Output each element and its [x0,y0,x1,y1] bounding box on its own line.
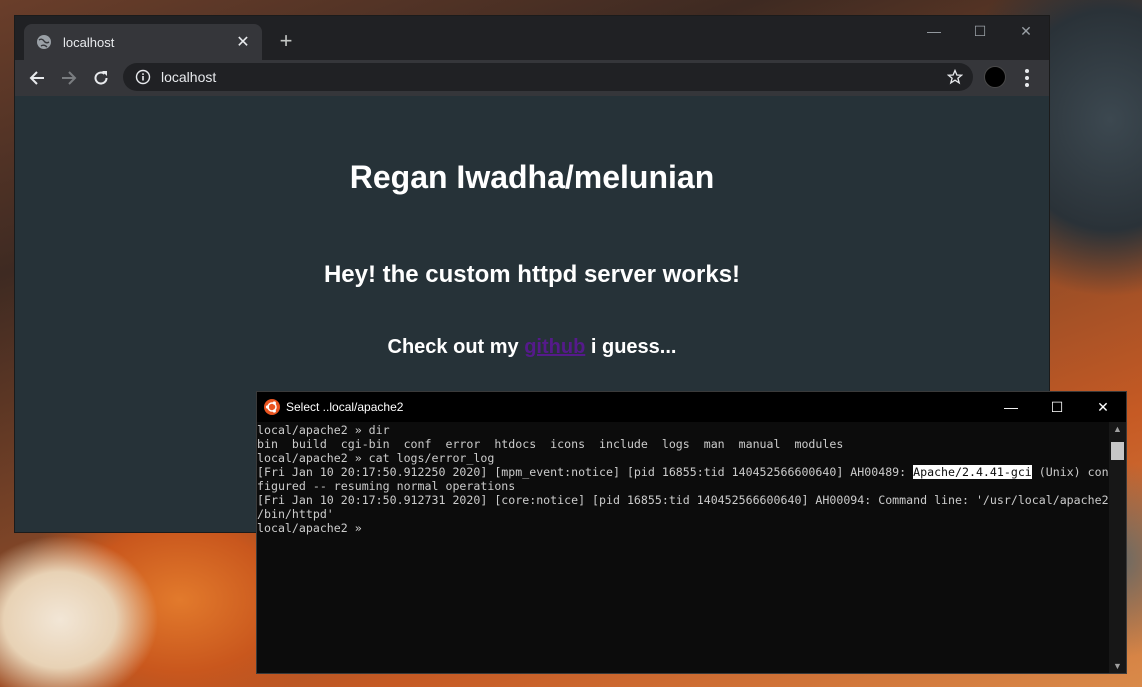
terminal-line: bin build cgi-bin conf error htdocs icon… [257,437,844,451]
terminal-title: Select ..local/apache2 [286,400,404,414]
scroll-thumb[interactable] [1111,442,1124,460]
note-before: Check out my [387,336,525,358]
reload-icon[interactable] [89,66,113,90]
log-text: [Fri Jan 10 20:17:50.912250 2020] [mpm_e… [257,465,914,479]
terminal-line: figured -- resuming normal operations [257,479,516,493]
github-link[interactable]: github [524,336,585,358]
log-text: (Unix) con [1031,465,1109,479]
globe-icon [36,34,52,50]
selected-text: Apache/2.4.41-gci [913,465,1032,479]
terminal-line: [Fri Jan 10 20:17:50.912250 2020] [mpm_e… [257,465,1109,479]
new-tab-button[interactable]: + [275,30,297,52]
forward-icon[interactable] [57,66,81,90]
tab-strip: localhost ✕ + — ☐ ✕ [15,16,1049,60]
maximize-button[interactable]: ☐ [957,16,1003,46]
terminal-close-button[interactable]: ✕ [1080,392,1126,422]
terminal-output[interactable]: local/apache2 » dir bin build cgi-bin con… [257,422,1109,673]
profile-avatar[interactable] [984,66,1006,88]
close-window-button[interactable]: ✕ [1003,16,1049,46]
minimize-button[interactable]: — [911,16,957,46]
ubuntu-icon [264,399,280,415]
terminal-window: Select ..local/apache2 — ☐ ✕ local/apach… [256,391,1127,674]
terminal-maximize-button[interactable]: ☐ [1034,392,1080,422]
terminal-scrollbar[interactable]: ▲ ▼ [1109,422,1126,673]
url-text: localhost [161,69,217,85]
terminal-minimize-button[interactable]: — [988,392,1034,422]
terminal-line: local/apache2 » dir [257,423,390,437]
page-heading: Regan Iwadha/melunian [349,159,715,195]
terminal-prompt: local/apache2 » [257,521,362,535]
note-after: i guess... [585,336,677,358]
star-icon[interactable] [947,69,963,85]
page-subheading: Hey! the custom httpd server works! [323,261,741,288]
terminal-line: /bin/httpd' [257,507,334,521]
terminal-line: local/apache2 » cat logs/error_log [257,451,495,465]
scroll-up-icon[interactable]: ▲ [1113,424,1122,434]
window-controls: — ☐ ✕ [911,16,1049,46]
tab-title: localhost [63,34,115,50]
tab-localhost[interactable]: localhost ✕ [24,24,262,60]
tab-close-icon[interactable]: ✕ [234,32,252,52]
browser-toolbar: localhost [15,60,1049,96]
back-icon[interactable] [25,66,49,90]
terminal-line: [Fri Jan 10 20:17:50.912731 2020] [core:… [257,493,1109,507]
address-bar[interactable]: localhost [123,63,973,91]
github-note: Check out my github i guess... [15,336,1049,359]
terminal-titlebar: Select ..local/apache2 — ☐ ✕ [257,392,1126,422]
scroll-down-icon[interactable]: ▼ [1113,661,1122,671]
menu-icon[interactable] [1019,66,1035,90]
info-icon[interactable] [135,69,151,85]
